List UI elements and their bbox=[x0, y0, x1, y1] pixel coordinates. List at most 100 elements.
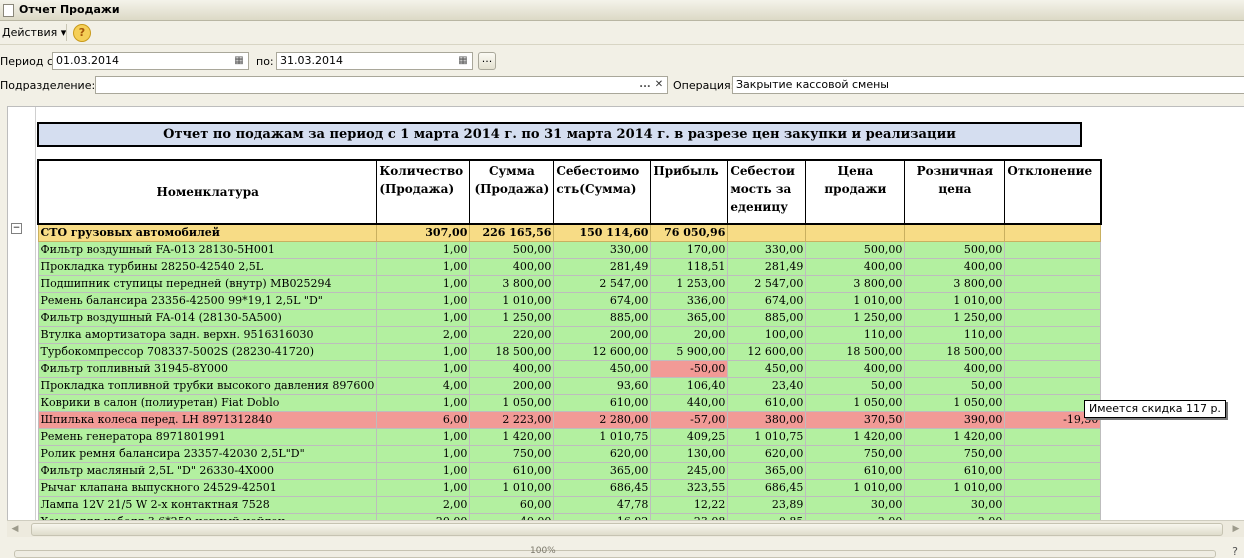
item-price: 1 420,00 bbox=[805, 428, 906, 446]
item-name: Фильтр масляный 2,5L "D" 26330-4X000 bbox=[37, 462, 378, 480]
item-name: Втулка амортизатора задн. верхн. 9516316… bbox=[37, 326, 378, 344]
item-profit: -50,00 bbox=[650, 360, 729, 378]
item-qty: 1,00 bbox=[376, 462, 471, 480]
item-sum: 400,00 bbox=[469, 360, 555, 378]
group-row[interactable]: СТО грузовых автомобилей 307,00 226 165,… bbox=[37, 223, 1102, 242]
operation-field[interactable]: Закрытие кассовой смены bbox=[732, 76, 1244, 94]
item-deviation bbox=[1004, 462, 1102, 480]
column-header: Себестои мость за еденицу bbox=[727, 159, 807, 225]
table-row[interactable]: Фильтр воздушный FA-014 (28130-5A500) 1,0… bbox=[37, 309, 1102, 327]
item-unit-cost: 23,89 bbox=[727, 496, 807, 514]
item-cost: 281,49 bbox=[553, 258, 652, 276]
group-gutter bbox=[8, 107, 36, 521]
table-row[interactable]: Ремень генератора 8971801991 1,00 1 420,00… bbox=[37, 428, 1102, 446]
item-deviation bbox=[1004, 258, 1102, 276]
table-row[interactable]: Фильтр топливный 31945-8Y000 1,00 400,00 45… bbox=[37, 360, 1102, 378]
table-row[interactable]: Лампа 12V 21/5 W 2-х контактная 7528 2,00… bbox=[37, 496, 1102, 514]
item-qty: 1,00 bbox=[376, 258, 471, 276]
department-select-button[interactable]: ... bbox=[638, 77, 652, 93]
actions-menu-button[interactable]: Действия ▾ bbox=[2, 26, 66, 39]
table-row[interactable]: Подшипник ступицы передней (внутр) MB025… bbox=[37, 275, 1102, 293]
item-qty: 2,00 bbox=[376, 326, 471, 344]
item-deviation bbox=[1004, 241, 1102, 259]
scroll-left-icon[interactable]: ◀ bbox=[9, 523, 21, 535]
item-deviation bbox=[1004, 292, 1102, 310]
item-cost: 450,00 bbox=[553, 360, 652, 378]
item-unit-cost: 23,40 bbox=[727, 377, 807, 395]
column-header: Номенклатура bbox=[37, 159, 378, 225]
window-title: Отчет Продажи bbox=[19, 3, 120, 16]
item-unit-cost: 885,00 bbox=[727, 309, 807, 327]
table-row[interactable]: Турбокомпрессор 708337-5002S (28230-4172… bbox=[37, 343, 1102, 361]
table-row[interactable]: Ролик ремня балансира 23357-42030 2,5L"D… bbox=[37, 445, 1102, 463]
period-select-button[interactable]: ... bbox=[478, 52, 496, 70]
item-price: 400,00 bbox=[805, 258, 906, 276]
item-qty: 1,00 bbox=[376, 275, 471, 293]
report-title: Отчет по подажам за период с 1 марта 201… bbox=[37, 122, 1082, 147]
item-name: Прокладка турбины 28250-42540 2,5L bbox=[37, 258, 378, 276]
item-name: Лампа 12V 21/5 W 2-х контактная 7528 bbox=[37, 496, 378, 514]
table-row[interactable]: Прокладка топливной трубки высокого давл… bbox=[37, 377, 1102, 395]
item-sum: 220,00 bbox=[469, 326, 555, 344]
item-price: 50,00 bbox=[805, 377, 906, 395]
item-profit: 106,40 bbox=[650, 377, 729, 395]
item-retail: 1 250,00 bbox=[904, 309, 1006, 327]
item-deviation bbox=[1004, 309, 1102, 327]
table-row[interactable]: Прокладка турбины 28250-42540 2,5L 1,00 40… bbox=[37, 258, 1102, 276]
item-retail: 400,00 bbox=[904, 258, 1006, 276]
item-sum: 1 010,00 bbox=[469, 292, 555, 310]
horizontal-scrollbar[interactable]: ◀ ▶ bbox=[7, 520, 1244, 537]
table-row[interactable]: Ремень балансира 23356-42500 99*19,1 2,5… bbox=[37, 292, 1102, 310]
table-row[interactable]: Коврики в салон (полиуретан) Fiat Doblo 1… bbox=[37, 394, 1102, 412]
item-qty: 1,00 bbox=[376, 241, 471, 259]
report-table: Номенклатура Количество (Продажа) Сумма … bbox=[37, 159, 1102, 521]
item-sum: 200,00 bbox=[469, 377, 555, 395]
table-row[interactable]: Втулка амортизатора задн. верхн. 9516316… bbox=[37, 326, 1102, 344]
table-row[interactable]: Шпилька колеса перед. LH 8971312840 6,00 2… bbox=[37, 411, 1102, 429]
item-retail: 400,00 bbox=[904, 360, 1006, 378]
department-field[interactable] bbox=[95, 76, 668, 94]
period-from-label: Период с: bbox=[0, 55, 57, 68]
item-sum: 610,00 bbox=[469, 462, 555, 480]
item-profit: 336,00 bbox=[650, 292, 729, 310]
item-retail: 390,00 bbox=[904, 411, 1006, 429]
period-from-value: 01.03.2014 bbox=[56, 54, 119, 67]
period-to-label: по: bbox=[256, 55, 274, 68]
item-deviation bbox=[1004, 343, 1102, 361]
scroll-right-icon[interactable]: ▶ bbox=[1230, 523, 1242, 535]
group-empty-cell bbox=[1004, 223, 1102, 242]
calendar-icon[interactable]: ▦ bbox=[456, 53, 470, 69]
help-icon[interactable]: ? bbox=[73, 24, 91, 42]
actions-label: Действия bbox=[2, 26, 58, 39]
clear-icon[interactable]: ✕ bbox=[652, 77, 666, 93]
item-name: Ремень балансира 23356-42500 99*19,1 2,5… bbox=[37, 292, 378, 310]
period-to-field[interactable]: 31.03.2014 bbox=[276, 52, 473, 70]
collapse-group-icon[interactable]: − bbox=[11, 223, 22, 234]
report-area[interactable]: − Отчет по подажам за период с 1 марта 2… bbox=[7, 106, 1244, 521]
item-retail: 1 010,00 bbox=[904, 479, 1006, 497]
group-cost: 150 114,60 bbox=[553, 223, 652, 242]
item-unit-cost: 620,00 bbox=[727, 445, 807, 463]
table-row[interactable]: Фильтр масляный 2,5L "D" 26330-4X000 1,00… bbox=[37, 462, 1102, 480]
item-qty: 1,00 bbox=[376, 394, 471, 412]
item-unit-cost: 2 547,00 bbox=[727, 275, 807, 293]
item-unit-cost: 686,45 bbox=[727, 479, 807, 497]
group-empty-cell bbox=[805, 223, 906, 242]
item-price: 110,00 bbox=[805, 326, 906, 344]
table-row[interactable]: Рычаг клапана выпускного 24529-42501 1,00… bbox=[37, 479, 1102, 497]
item-profit: -57,00 bbox=[650, 411, 729, 429]
item-qty: 2,00 bbox=[376, 496, 471, 514]
table-row[interactable]: Фильтр воздушный FA-013 28130-5H001 1,00 5… bbox=[37, 241, 1102, 259]
item-sum: 400,00 bbox=[469, 258, 555, 276]
calendar-icon[interactable]: ▦ bbox=[232, 53, 246, 69]
item-deviation bbox=[1004, 326, 1102, 344]
table-header-row: Номенклатура Количество (Продажа) Сумма … bbox=[37, 159, 1102, 225]
scrollbar-thumb[interactable] bbox=[31, 523, 1223, 536]
item-price: 1 010,00 bbox=[805, 479, 906, 497]
item-unit-cost: 281,49 bbox=[727, 258, 807, 276]
period-from-field[interactable]: 01.03.2014 bbox=[52, 52, 249, 70]
window-titlebar: Отчет Продажи bbox=[0, 0, 1244, 21]
item-retail: 1 010,00 bbox=[904, 292, 1006, 310]
toolbar-separator bbox=[66, 24, 67, 41]
item-profit: 5 900,00 bbox=[650, 343, 729, 361]
